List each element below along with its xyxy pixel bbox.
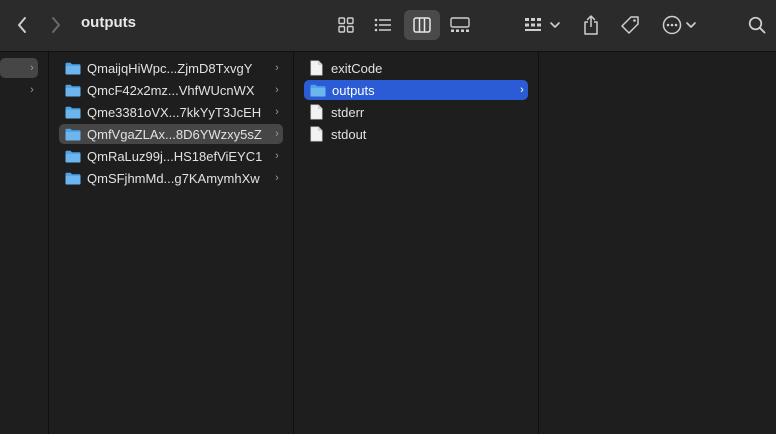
- folder-icon: [310, 84, 326, 96]
- chevron-left-icon: [18, 17, 26, 33]
- tag-button[interactable]: [618, 14, 642, 36]
- document-icon: [310, 60, 323, 76]
- chevron-right-icon: [52, 17, 60, 33]
- folder-icon: [65, 84, 81, 96]
- folder-icon: [65, 106, 81, 118]
- folder-icon: [65, 150, 81, 162]
- list-item[interactable]: ›: [0, 58, 38, 78]
- chevron-right-icon: ›: [520, 84, 524, 96]
- list-view-icon: [374, 18, 391, 32]
- share-button[interactable]: [580, 12, 602, 38]
- forward-button[interactable]: [46, 14, 66, 36]
- icon-view-button[interactable]: [328, 10, 364, 40]
- column-view-icon: [413, 17, 431, 33]
- icon-view-icon: [338, 17, 354, 33]
- column-view-button[interactable]: [404, 10, 440, 40]
- item-label: QmSFjhmMd...g7KAmymhXw: [87, 170, 260, 186]
- item-label: Qme3381oVX...7kkYyT3JcEH: [87, 104, 262, 120]
- folder-icon: [65, 172, 81, 184]
- item-label: stderr: [331, 104, 365, 120]
- window-title: outputs: [81, 14, 136, 31]
- folder-icon: [65, 128, 81, 140]
- item-label: QmaijqHiWpc...ZjmD8TxvgY: [87, 60, 253, 76]
- item-label: exitCode: [331, 60, 383, 76]
- more-actions-button[interactable]: [661, 14, 699, 36]
- folder-item[interactable]: QmfVgaZLAx...8D6YWzxy5sZ ›: [59, 124, 283, 144]
- folder-icon: [65, 62, 81, 74]
- search-button[interactable]: [746, 14, 768, 36]
- column-runs: QmaijqHiWpc...ZjmD8TxvgY › QmcF42x2mz...Vh…: [49, 52, 294, 434]
- folder-item[interactable]: QmcF42x2mz...VhfWUcnWX ›: [59, 80, 283, 100]
- chevron-right-icon: ›: [275, 84, 279, 96]
- file-item[interactable]: exitCode: [304, 58, 528, 78]
- more-actions-icon: [662, 15, 696, 35]
- folder-item[interactable]: outputs ›: [304, 80, 528, 100]
- view-switcher: [328, 10, 482, 40]
- list-view-button[interactable]: [365, 10, 401, 40]
- chevron-right-icon: ›: [275, 150, 279, 162]
- gallery-view-icon: [450, 17, 470, 32]
- search-icon: [748, 16, 766, 34]
- document-icon: [310, 126, 323, 142]
- file-item[interactable]: stdout: [304, 124, 528, 144]
- gallery-view-button[interactable]: [442, 10, 478, 40]
- column-outputs-contents: [539, 52, 776, 434]
- group-by-icon: [525, 18, 560, 31]
- column-run-contents: exitCode outputs › stderr stdout: [294, 52, 539, 434]
- folder-item[interactable]: QmSFjhmMd...g7KAmymhXw ›: [59, 168, 283, 188]
- item-label: outputs: [332, 82, 375, 98]
- back-button[interactable]: [12, 14, 32, 36]
- item-label: QmfVgaZLAx...8D6YWzxy5sZ: [87, 126, 262, 142]
- item-label: QmcF42x2mz...VhfWUcnWX: [87, 82, 255, 98]
- folder-item[interactable]: QmRaLuz99j...HS18efViEYC1 ›: [59, 146, 283, 166]
- folder-item[interactable]: Qme3381oVX...7kkYyT3JcEH ›: [59, 102, 283, 122]
- chevron-right-icon: ›: [275, 128, 279, 140]
- chevron-right-icon: ›: [275, 62, 279, 74]
- toolbar: outputs: [0, 0, 776, 52]
- group-by-button[interactable]: [523, 14, 563, 36]
- item-label: QmRaLuz99j...HS18efViEYC1: [87, 148, 263, 164]
- chevron-right-icon: ›: [275, 106, 279, 118]
- chevron-right-icon: ›: [30, 84, 34, 96]
- column-browser: › › QmaijqHiWpc...ZjmD8TxvgY › QmcF42x2mz.…: [0, 52, 776, 434]
- tag-icon: [621, 16, 639, 34]
- file-item[interactable]: stderr: [304, 102, 528, 122]
- chevron-right-icon: ›: [30, 62, 34, 74]
- share-icon: [584, 15, 598, 35]
- document-icon: [310, 104, 323, 120]
- item-label: stdout: [331, 126, 367, 142]
- list-item[interactable]: ›: [0, 80, 38, 100]
- folder-item[interactable]: QmaijqHiWpc...ZjmD8TxvgY ›: [59, 58, 283, 78]
- column-parent: › ›: [0, 52, 49, 434]
- chevron-right-icon: ›: [275, 172, 279, 184]
